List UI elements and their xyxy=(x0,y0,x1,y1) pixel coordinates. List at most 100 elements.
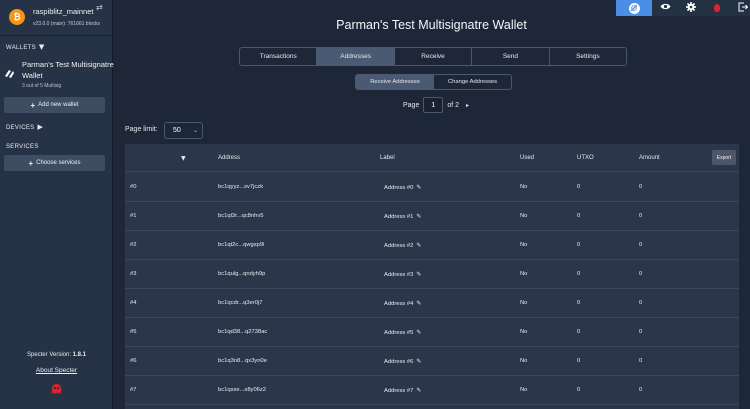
edit-label-icon[interactable]: ✎ xyxy=(416,387,421,394)
table-row[interactable]: #6 bc1q3n8...qx3yn0e Address #6 ✎ No 0 0 xyxy=(125,347,739,376)
row-address[interactable]: bc1ql3r...qc8nhv5 xyxy=(218,213,263,219)
sort-desc-icon[interactable]: ▼ xyxy=(181,155,186,162)
row-amount: 0 xyxy=(639,387,643,393)
node-name: raspiblitz_mainnet xyxy=(33,7,94,16)
multisig-icon xyxy=(4,68,15,79)
row-label[interactable]: Address #2 ✎ xyxy=(384,242,421,249)
chevron-down-icon: ⌄ xyxy=(192,127,198,134)
row-used: No xyxy=(520,387,528,393)
row-utxo: 0 xyxy=(577,213,581,219)
page-limit-select[interactable]: 50 ⌄ xyxy=(164,122,203,139)
export-button[interactable]: Export xyxy=(712,150,736,165)
edit-label-icon[interactable]: ✎ xyxy=(416,213,421,220)
tab-change-addresses[interactable]: Change Addresses xyxy=(434,75,511,89)
row-label[interactable]: Address #7 ✎ xyxy=(384,387,421,394)
node-selector[interactable]: ₿ raspiblitz_mainnet v23.0.0 (main): 761… xyxy=(0,0,113,36)
tab-receive-addresses[interactable]: Receive Addresses xyxy=(356,75,434,89)
row-utxo: 0 xyxy=(577,271,581,277)
specter-ghost-icon xyxy=(50,383,63,397)
tab-settings[interactable]: Settings xyxy=(550,48,626,65)
edit-label-icon[interactable]: ✎ xyxy=(416,271,421,278)
row-address[interactable]: bc1q3n8...qx3yn0e xyxy=(218,358,267,364)
edit-label-icon[interactable]: ✎ xyxy=(416,300,421,307)
table-row[interactable]: #7 bc1qsxe...s8y06z2 Address #7 ✎ No 0 0 xyxy=(125,376,739,405)
settings-button[interactable] xyxy=(678,0,704,16)
choose-services-button[interactable]: + Choose services xyxy=(4,155,105,171)
table-row[interactable]: #1 bc1ql3r...qc8nhv5 Address #1 ✎ No 0 0 xyxy=(125,202,739,231)
wallet-tabs: Transactions Addresses Receive Send Sett… xyxy=(239,47,627,66)
edit-label-icon[interactable]: ✎ xyxy=(416,242,421,249)
services-section-title: SERVICES xyxy=(6,144,39,150)
column-utxo[interactable]: UTXO xyxy=(577,155,594,161)
tab-addresses[interactable]: Addresses xyxy=(317,48,395,65)
row-amount: 0 xyxy=(639,271,643,277)
pagination: Page 1 of 2 ▸ xyxy=(403,97,469,113)
edit-label-icon[interactable]: ✎ xyxy=(416,358,421,365)
specter-version-value: 1.8.1 xyxy=(72,352,87,358)
next-page-icon[interactable]: ▸ xyxy=(466,102,469,109)
row-index: #4 xyxy=(130,300,137,306)
row-label-text: Address #7 xyxy=(384,388,414,394)
row-address[interactable]: bc1qulg...qndyh9p xyxy=(218,271,265,277)
wallets-section-title: WALLETS xyxy=(6,45,36,51)
switch-node-icon[interactable]: ⇄ xyxy=(96,3,103,12)
row-address[interactable]: bc1qt2c...qwgsp9l xyxy=(218,242,264,248)
table-row[interactable]: #2 bc1qt2c...qwgsp9l Address #2 ✎ No 0 0 xyxy=(125,231,739,260)
table-row[interactable]: #3 bc1qulg...qndyh9p Address #3 ✎ No 0 0 xyxy=(125,260,739,289)
column-amount[interactable]: Amount xyxy=(639,155,660,161)
add-wallet-button[interactable]: + Add new wallet xyxy=(4,97,105,113)
tab-send[interactable]: Send xyxy=(472,48,550,65)
edit-label-icon[interactable]: ✎ xyxy=(416,329,421,336)
table-row[interactable]: #5 bc1qd38...q2738ac Address #5 ✎ No 0 0 xyxy=(125,318,739,347)
wallets-section-toggle[interactable]: WALLETS ▼ xyxy=(6,43,45,51)
row-utxo: 0 xyxy=(577,242,581,248)
row-label-text: Address #6 xyxy=(384,359,414,365)
tab-receive[interactable]: Receive xyxy=(395,48,473,65)
column-label[interactable]: Label xyxy=(380,155,395,161)
row-used: No xyxy=(520,242,528,248)
tab-transactions[interactable]: Transactions xyxy=(240,48,318,65)
row-index: #5 xyxy=(130,329,137,335)
row-label[interactable]: Address #0 ✎ xyxy=(384,184,421,191)
column-used[interactable]: Used xyxy=(520,155,534,161)
row-label[interactable]: Address #4 ✎ xyxy=(384,300,421,307)
edit-label-icon[interactable]: ✎ xyxy=(416,184,421,191)
row-amount: 0 xyxy=(639,329,643,335)
table-row[interactable]: #4 bc1qcdr...q3er0j7 Address #4 ✎ No 0 0 xyxy=(125,289,739,318)
row-address[interactable]: bc1qcdr...q3er0j7 xyxy=(218,300,262,306)
row-index: #2 xyxy=(130,242,137,248)
row-label[interactable]: Address #1 ✎ xyxy=(384,213,421,220)
hide-sensitive-button[interactable] xyxy=(652,0,678,16)
row-label[interactable]: Address #6 ✎ xyxy=(384,358,421,365)
choose-services-label: Choose services xyxy=(36,160,81,166)
row-amount: 0 xyxy=(639,184,643,190)
sidebar-item-wallet[interactable]: Parman's Test Multisignatre Wallet 3 out… xyxy=(0,56,114,92)
row-label-text: Address #0 xyxy=(384,185,414,191)
table-header: ▼ Address Label Used UTXO Amount Export xyxy=(125,144,739,172)
row-label-text: Address #2 xyxy=(384,243,414,249)
row-utxo: 0 xyxy=(577,329,581,335)
row-address[interactable]: bc1qyyz...sv7jczk xyxy=(218,184,263,190)
row-amount: 0 xyxy=(639,358,643,364)
column-address[interactable]: Address xyxy=(218,155,240,161)
row-address[interactable]: bc1qd38...q2738ac xyxy=(218,329,267,335)
row-label[interactable]: Address #5 ✎ xyxy=(384,329,421,336)
logout-button[interactable] xyxy=(730,0,750,16)
row-address[interactable]: bc1qsxe...s8y06z2 xyxy=(218,387,266,393)
page-title: Parman's Test Multisignatre Wallet xyxy=(336,18,527,32)
row-used: No xyxy=(520,358,528,364)
specter-version: Specter Version: 1.8.1 xyxy=(0,352,113,358)
table-row[interactable]: #0 bc1qyyz...sv7jczk Address #0 ✎ No 0 0 xyxy=(125,173,739,202)
page-number-input[interactable]: 1 xyxy=(423,97,444,113)
row-used: No xyxy=(520,300,528,306)
devices-section-toggle[interactable]: DEVICES ▶ xyxy=(6,123,43,131)
hwi-bridge-button[interactable] xyxy=(704,0,730,16)
row-index: #0 xyxy=(130,184,137,190)
tor-toggle-button[interactable] xyxy=(616,0,652,16)
row-utxo: 0 xyxy=(577,358,581,364)
row-label[interactable]: Address #3 ✎ xyxy=(384,271,421,278)
row-label-text: Address #1 xyxy=(384,214,414,220)
about-specter-link[interactable]: About Specter xyxy=(0,367,113,374)
page-label: Page xyxy=(403,101,420,109)
row-amount: 0 xyxy=(639,300,643,306)
